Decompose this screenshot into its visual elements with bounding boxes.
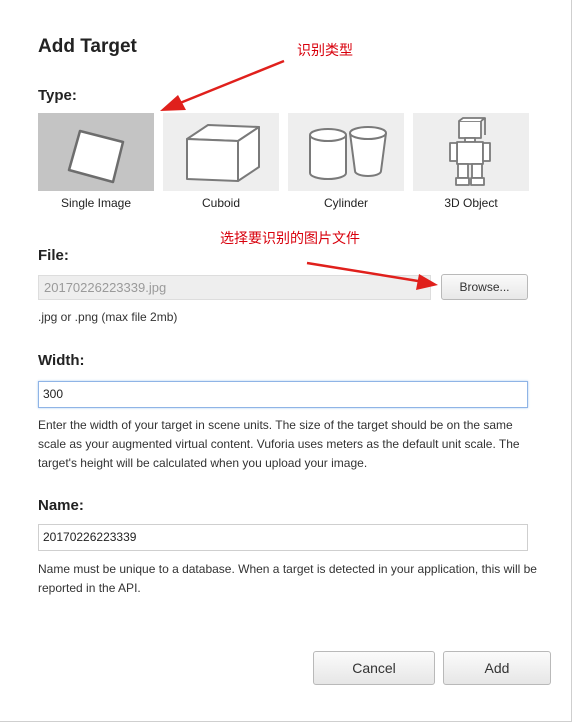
type-annotation-arrow — [160, 59, 285, 111]
file-annotation-arrow — [306, 261, 438, 290]
annotation-arrows — [160, 59, 438, 290]
add-target-dialog: Add Target 识别类型 选择要识别的图片文件 Type: Single … — [0, 0, 572, 722]
